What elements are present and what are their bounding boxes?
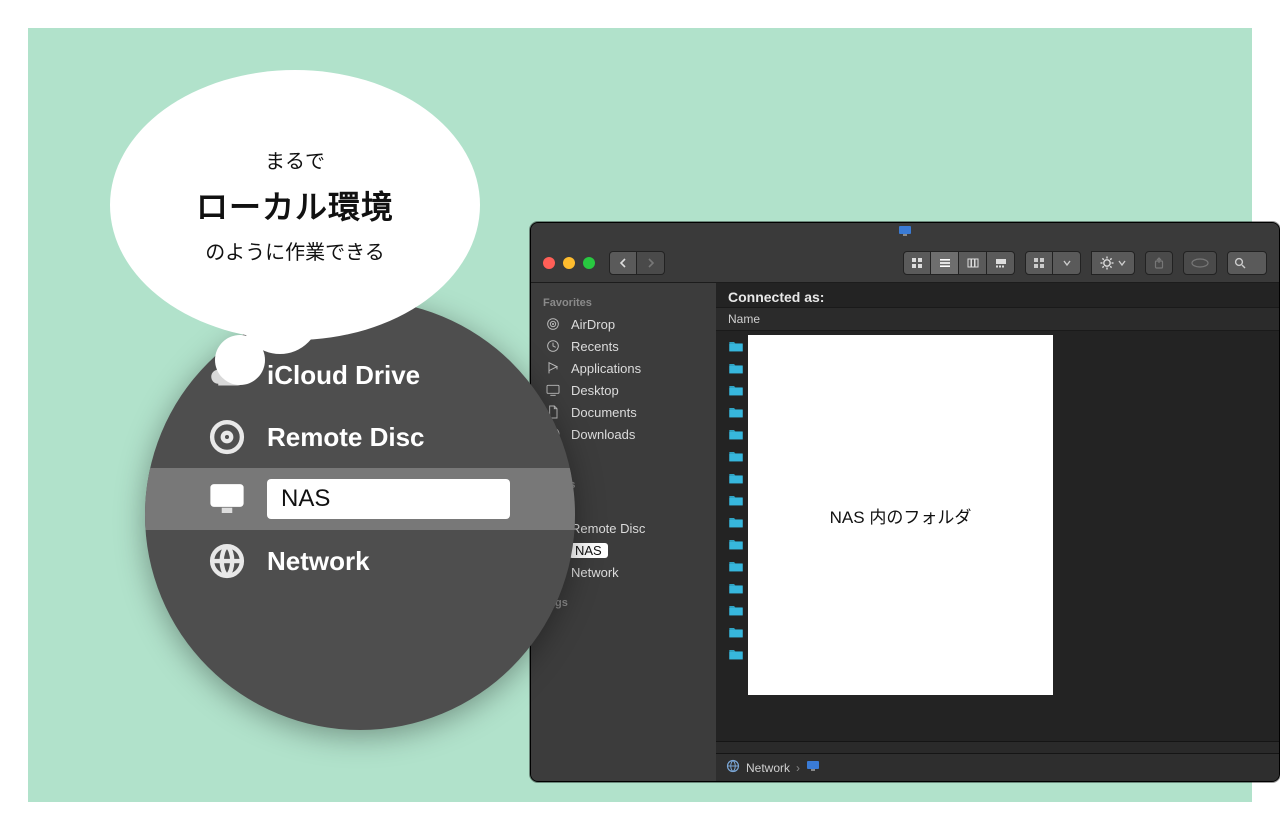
- monitor-icon: [205, 477, 249, 521]
- sidebar-item-label: Network: [569, 565, 621, 580]
- bubble-line3: のように作業できる: [205, 236, 385, 265]
- folder-icon: [728, 383, 744, 397]
- bubble-line1: まるで: [265, 145, 325, 174]
- sidebar-item-label: Recents: [569, 339, 621, 354]
- zoom-tags-fragment: gs: [195, 676, 225, 704]
- file-list[interactable]: NAS 内のフォルダ: [716, 331, 1279, 753]
- speech-bubble: まるで ローカル環境 のように作業できる: [110, 70, 480, 340]
- nav-buttons: [609, 251, 665, 275]
- folder-icon: [728, 537, 744, 551]
- folder-icon: [728, 339, 744, 353]
- tags-button[interactable]: [1183, 251, 1217, 275]
- zoom-item-label: Network: [267, 546, 370, 577]
- group-by: [1025, 251, 1081, 275]
- folder-icon: [728, 515, 744, 529]
- sidebar-item-label: AirDrop: [569, 317, 617, 332]
- toolbar: [531, 243, 1279, 283]
- sidebar-item-label: Desktop: [569, 383, 621, 398]
- globe-icon: [205, 539, 249, 583]
- folder-icon: [728, 405, 744, 419]
- folder-icon: [728, 471, 744, 485]
- action-button[interactable]: [1091, 251, 1135, 275]
- zoom-item-label: iCloud Drive: [267, 360, 420, 391]
- path-server-icon[interactable]: [806, 760, 820, 775]
- zoom-item-nas[interactable]: NAS: [145, 468, 575, 530]
- zoom-item-remote-disc[interactable]: Remote Disc: [145, 406, 575, 468]
- arrange-button[interactable]: [1025, 251, 1053, 275]
- folder-icon: [728, 559, 744, 573]
- folder-icon: [728, 427, 744, 441]
- view-list-button[interactable]: [931, 251, 959, 275]
- zoom-item-icloud-drive[interactable]: iCloud Drive: [145, 344, 575, 406]
- search-button[interactable]: [1227, 251, 1267, 275]
- view-column-button[interactable]: [959, 251, 987, 275]
- titlebar: [531, 223, 1279, 243]
- zoom-item-label: Remote Disc: [267, 422, 425, 453]
- overlay-note: NAS 内のフォルダ: [748, 335, 1053, 695]
- back-button[interactable]: [609, 251, 637, 275]
- close-button[interactable]: [543, 257, 555, 269]
- sidebar-item-label: Downloads: [569, 427, 637, 442]
- share-button[interactable]: [1145, 251, 1173, 275]
- view-icon-button[interactable]: [903, 251, 931, 275]
- horizontal-scrollbar[interactable]: [716, 741, 1279, 753]
- path-bar: Network ›: [716, 753, 1279, 781]
- zoom-item-label: NAS: [267, 479, 510, 519]
- zoom-inset: iCloud Drive Remote Disc NAS Network gs: [145, 300, 575, 730]
- window-controls: [543, 257, 595, 269]
- view-buttons: [903, 251, 1015, 275]
- sidebar-item-label: Remote Disc: [569, 521, 647, 536]
- column-header-name[interactable]: Name: [716, 307, 1279, 331]
- folder-icon: [728, 581, 744, 595]
- folder-icon: [728, 361, 744, 375]
- zoom-item-network[interactable]: Network: [145, 530, 575, 592]
- connected-as-label: Connected as:: [716, 283, 1279, 307]
- disc-icon: [205, 415, 249, 459]
- zoom-button[interactable]: [583, 257, 595, 269]
- view-gallery-button[interactable]: [987, 251, 1015, 275]
- folder-icon: [728, 449, 744, 463]
- folder-icon: [728, 493, 744, 507]
- path-network[interactable]: Network: [746, 761, 790, 775]
- folder-icon: [728, 647, 744, 661]
- folder-icon: [728, 625, 744, 639]
- title-server-icon: [898, 224, 912, 242]
- forward-button[interactable]: [637, 251, 665, 275]
- minimize-button[interactable]: [563, 257, 575, 269]
- finder-window: Favorites AirDropRecentsApplicationsDesk…: [530, 222, 1280, 782]
- sidebar-item-label: Applications: [569, 361, 643, 376]
- sidebar-item-label: Documents: [569, 405, 639, 420]
- arrange-menu-button[interactable]: [1053, 251, 1081, 275]
- chevron-right-icon: ›: [796, 761, 800, 775]
- content-area: Connected as: Name NAS 内のフォルダ Network ›: [716, 283, 1279, 781]
- action-menu: [1091, 251, 1135, 275]
- network-icon: [726, 759, 740, 776]
- overlay-note-text: NAS 内のフォルダ: [830, 503, 972, 528]
- folder-icon: [728, 603, 744, 617]
- bubble-line2: ローカル環境: [196, 182, 394, 228]
